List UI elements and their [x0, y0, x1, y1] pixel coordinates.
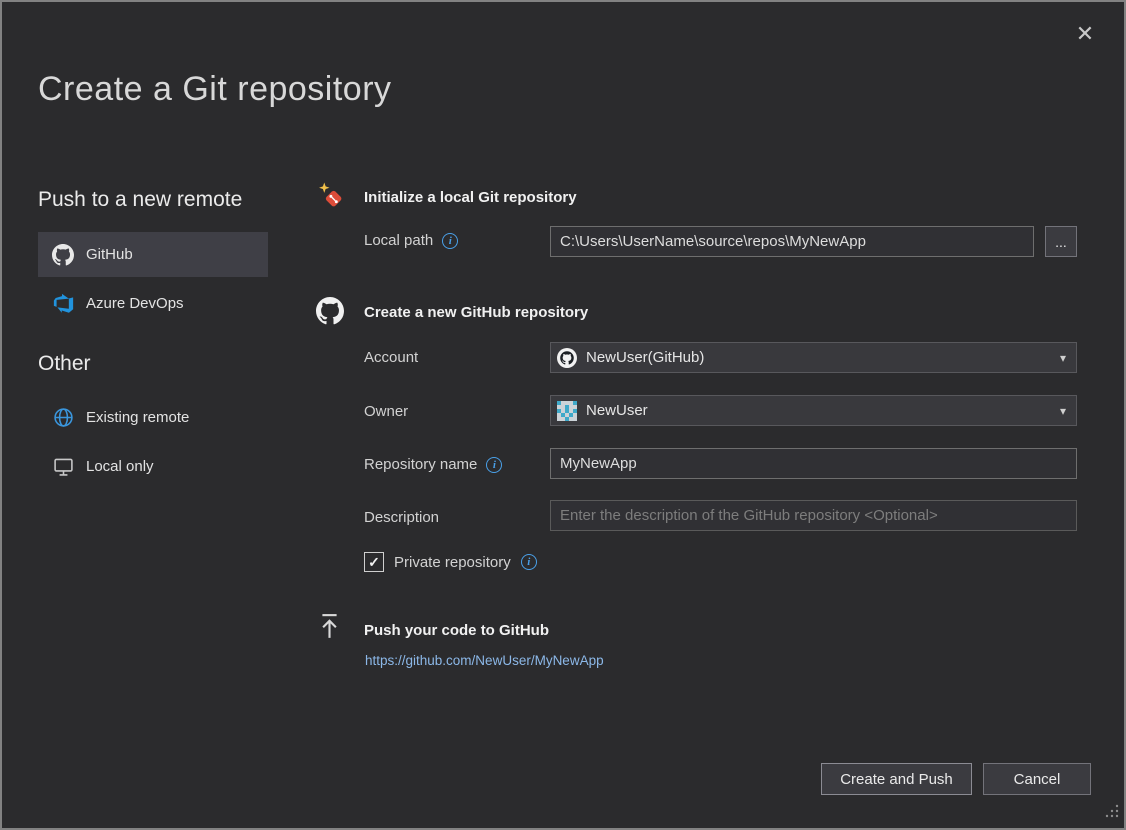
- close-icon: ✕: [1076, 21, 1094, 46]
- repository-name-label-row: Repository name i: [364, 456, 502, 473]
- private-repository-label: Private repository: [394, 554, 511, 571]
- github-section-icon: [316, 297, 344, 330]
- dialog-title: Create a Git repository: [38, 70, 392, 109]
- push-upload-icon: [318, 613, 341, 645]
- browse-button[interactable]: ...: [1045, 226, 1077, 257]
- local-path-label-row: Local path i: [364, 232, 458, 249]
- owner-label: Owner: [364, 403, 408, 420]
- description-input[interactable]: [550, 500, 1077, 531]
- sidebar-item-local-only-label: Local only: [86, 458, 154, 475]
- sidebar-item-existing-remote-label: Existing remote: [86, 409, 189, 426]
- repository-url-link[interactable]: https://github.com/NewUser/MyNewApp: [365, 653, 604, 668]
- sidebar: Push to a new remote GitHub Azure DevOps…: [38, 188, 268, 493]
- owner-identicon-avatar: [557, 401, 577, 421]
- sidebar-item-existing-remote[interactable]: Existing remote: [38, 395, 268, 440]
- local-path-input[interactable]: [550, 226, 1034, 257]
- github-section-heading: Create a new GitHub repository: [364, 304, 588, 321]
- sidebar-heading-other: Other: [38, 352, 268, 376]
- account-label-row: Account: [364, 349, 418, 366]
- chevron-down-icon: ▾: [1060, 404, 1066, 418]
- private-repository-row: ✓ Private repository i: [364, 552, 537, 572]
- computer-icon: [51, 456, 75, 477]
- sidebar-item-github[interactable]: GitHub: [38, 232, 268, 277]
- owner-label-row: Owner: [364, 403, 408, 420]
- push-section-heading: Push your code to GitHub: [364, 622, 549, 639]
- owner-value: NewUser: [586, 402, 1051, 419]
- create-and-push-button[interactable]: Create and Push: [821, 763, 972, 795]
- sidebar-item-azure-label: Azure DevOps: [86, 295, 184, 312]
- account-dropdown[interactable]: NewUser(GitHub) ▾: [550, 342, 1077, 373]
- create-git-repo-dialog: ✕ Create a Git repository Push to a new …: [0, 0, 1126, 830]
- repository-name-info-icon[interactable]: i: [486, 457, 502, 473]
- local-path-info-icon[interactable]: i: [442, 233, 458, 249]
- azure-devops-icon: [51, 293, 75, 314]
- repository-name-label: Repository name: [364, 456, 477, 473]
- check-icon: ✓: [368, 555, 380, 569]
- account-label: Account: [364, 349, 418, 366]
- chevron-down-icon: ▾: [1060, 351, 1066, 365]
- private-repository-info-icon[interactable]: i: [521, 554, 537, 570]
- description-label: Description: [364, 509, 439, 526]
- resize-grip[interactable]: [1104, 803, 1119, 823]
- owner-dropdown[interactable]: NewUser ▾: [550, 395, 1077, 426]
- close-button[interactable]: ✕: [1064, 14, 1106, 52]
- init-section-heading: Initialize a local Git repository: [364, 189, 577, 206]
- sidebar-item-local-only[interactable]: Local only: [38, 444, 268, 489]
- account-value: NewUser(GitHub): [586, 349, 1051, 366]
- sidebar-item-azure-devops[interactable]: Azure DevOps: [38, 281, 268, 326]
- globe-icon: [51, 407, 75, 428]
- cancel-button[interactable]: Cancel: [983, 763, 1091, 795]
- private-repository-checkbox[interactable]: ✓: [364, 552, 384, 572]
- git-init-icon: [317, 182, 344, 214]
- local-path-label: Local path: [364, 232, 433, 249]
- sidebar-item-github-label: GitHub: [86, 246, 133, 263]
- sidebar-heading-push-remote: Push to a new remote: [38, 188, 268, 212]
- github-avatar-icon: [557, 348, 577, 368]
- repository-name-input[interactable]: [550, 448, 1077, 479]
- github-icon: [51, 244, 75, 266]
- description-label-row: Description: [364, 509, 439, 526]
